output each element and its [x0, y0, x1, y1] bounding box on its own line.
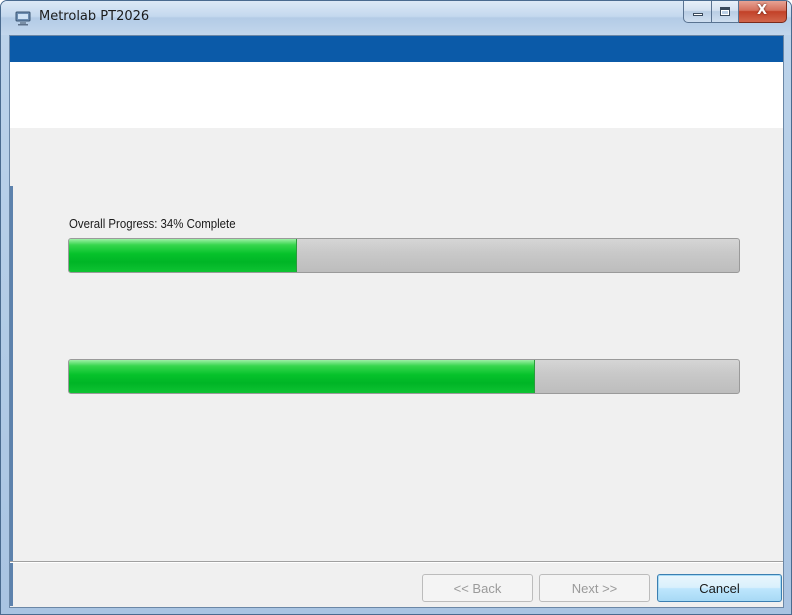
back-button[interactable]: << Back	[422, 574, 533, 602]
window-title: Metrolab PT2026	[39, 9, 150, 24]
close-button[interactable]: X	[739, 1, 787, 23]
left-accent-strip	[10, 186, 13, 606]
header-banner	[10, 62, 783, 128]
minimize-icon	[693, 13, 703, 16]
overall-progress-label: Overall Progress: 34% Complete	[69, 216, 236, 231]
overall-progress-fill	[69, 239, 297, 272]
caption-buttons: X	[683, 1, 787, 23]
header-accent-bar	[10, 36, 783, 62]
step-progress-bar	[68, 359, 740, 394]
installer-icon	[15, 10, 31, 26]
close-icon: X	[756, 3, 768, 18]
maximize-button[interactable]	[712, 1, 739, 23]
wizard-client-area: Overall Progress: 34% Complete << Back N…	[9, 35, 784, 608]
footer-separator	[10, 561, 783, 563]
maximize-icon	[720, 7, 730, 16]
next-button[interactable]: Next >>	[539, 574, 650, 602]
step-progress-fill	[69, 360, 535, 393]
title-bar[interactable]: Metrolab PT2026 X	[1, 1, 791, 35]
minimize-button[interactable]	[683, 1, 712, 23]
cancel-button[interactable]: Cancel	[657, 574, 782, 602]
overall-progress-bar	[68, 238, 740, 273]
installer-window: Metrolab PT2026 X Overall Progress: 34% …	[0, 0, 792, 615]
